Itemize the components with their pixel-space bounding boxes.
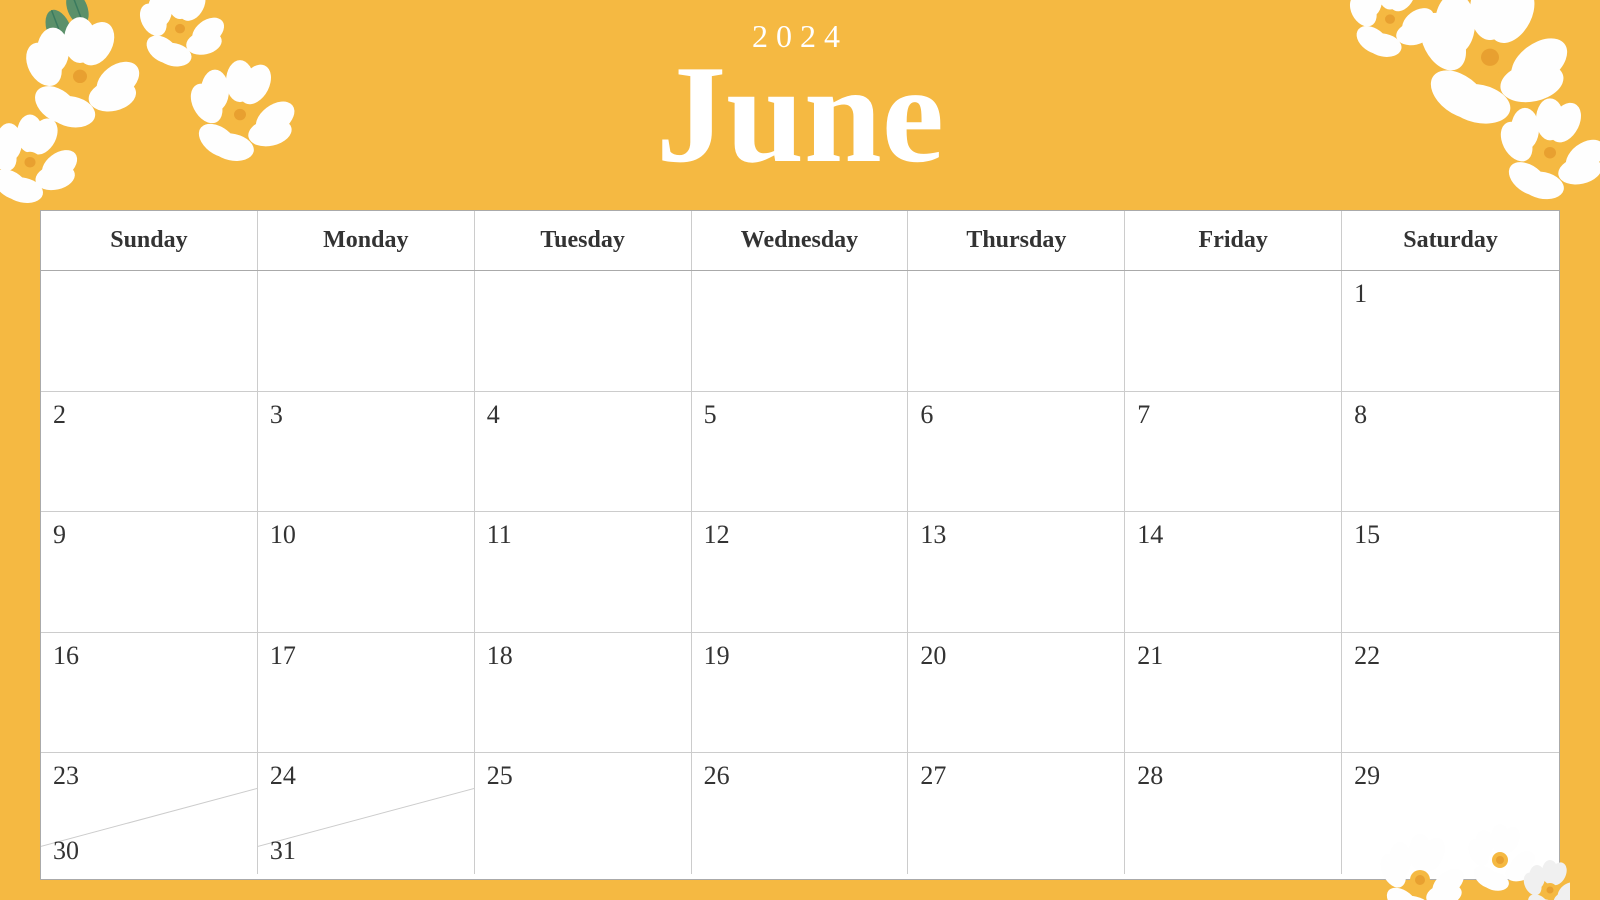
day-1: 1 bbox=[1342, 271, 1559, 392]
day-4: 4 bbox=[475, 392, 692, 513]
header-wednesday: Wednesday bbox=[692, 211, 909, 270]
day-5: 5 bbox=[692, 392, 909, 513]
day-empty-4 bbox=[692, 271, 909, 392]
day-6: 6 bbox=[908, 392, 1125, 513]
day-23-30: 23 30 bbox=[41, 753, 258, 874]
day-21: 21 bbox=[1125, 633, 1342, 754]
header-thursday: Thursday bbox=[908, 211, 1125, 270]
day-30: 30 bbox=[41, 832, 257, 874]
header-friday: Friday bbox=[1125, 211, 1342, 270]
day-14: 14 bbox=[1125, 512, 1342, 633]
calendar-days-grid: 1 2 3 4 5 6 7 8 9 10 11 12 13 14 15 16 1… bbox=[41, 271, 1559, 874]
header-saturday: Saturday bbox=[1342, 211, 1559, 270]
day-22: 22 bbox=[1342, 633, 1559, 754]
header-monday: Monday bbox=[258, 211, 475, 270]
header-tuesday: Tuesday bbox=[475, 211, 692, 270]
day-empty-3 bbox=[475, 271, 692, 392]
day-19: 19 bbox=[692, 633, 909, 754]
calendar-grid-container: Sunday Monday Tuesday Wednesday Thursday… bbox=[40, 210, 1560, 880]
day-28: 28 bbox=[1125, 753, 1342, 874]
day-24-31: 24 31 bbox=[258, 753, 475, 874]
day-25: 25 bbox=[475, 753, 692, 874]
day-8: 8 bbox=[1342, 392, 1559, 513]
day-17: 17 bbox=[258, 633, 475, 754]
day-15: 15 bbox=[1342, 512, 1559, 633]
day-empty-1 bbox=[41, 271, 258, 392]
day-24: 24 bbox=[258, 753, 474, 799]
day-23: 23 bbox=[41, 753, 257, 799]
day-12: 12 bbox=[692, 512, 909, 633]
day-31: 31 bbox=[258, 832, 474, 874]
day-2: 2 bbox=[41, 392, 258, 513]
day-headers-row: Sunday Monday Tuesday Wednesday Thursday… bbox=[41, 211, 1559, 271]
day-16: 16 bbox=[41, 633, 258, 754]
month-label: June bbox=[0, 45, 1600, 185]
day-7: 7 bbox=[1125, 392, 1342, 513]
day-27: 27 bbox=[908, 753, 1125, 874]
day-20: 20 bbox=[908, 633, 1125, 754]
flowers-bottom-right bbox=[1370, 800, 1570, 900]
day-9: 9 bbox=[41, 512, 258, 633]
day-13: 13 bbox=[908, 512, 1125, 633]
day-3: 3 bbox=[258, 392, 475, 513]
page-background: 2024 June Sunday Monday Tuesday Wednesda… bbox=[0, 0, 1600, 900]
day-26: 26 bbox=[692, 753, 909, 874]
day-empty-2 bbox=[258, 271, 475, 392]
day-empty-5 bbox=[908, 271, 1125, 392]
day-empty-6 bbox=[1125, 271, 1342, 392]
day-11: 11 bbox=[475, 512, 692, 633]
day-10: 10 bbox=[258, 512, 475, 633]
day-18: 18 bbox=[475, 633, 692, 754]
calendar-header: 2024 June bbox=[0, 0, 1600, 185]
header-sunday: Sunday bbox=[41, 211, 258, 270]
